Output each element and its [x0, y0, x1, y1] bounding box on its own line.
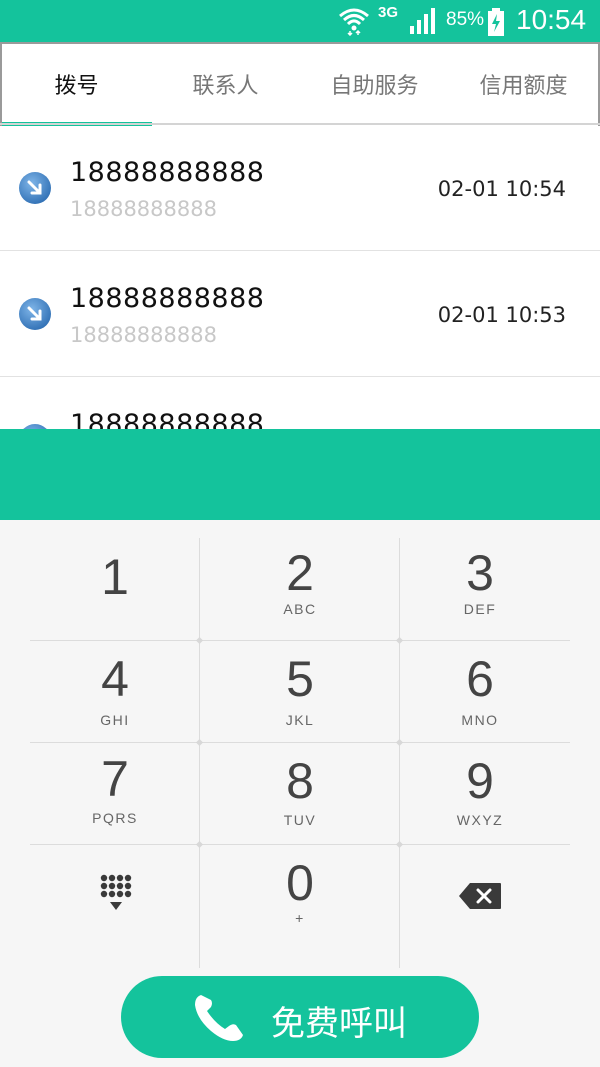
- key-digit: 3: [466, 545, 494, 601]
- signal-icon: [410, 8, 435, 34]
- tab-credit-limit[interactable]: 信用额度: [449, 44, 598, 124]
- key-digit: 6: [466, 651, 494, 707]
- phone-icon: [195, 995, 243, 1041]
- key-digit: 8: [286, 753, 314, 809]
- battery-percent: 85%: [446, 9, 485, 30]
- call-time: 02-01 10:53: [437, 303, 566, 327]
- tab-bar: 拨号 联系人 自助服务 信用额度: [0, 42, 600, 126]
- call-log-item[interactable]: 18888888888 18888888888 02-01 10:53: [0, 251, 600, 377]
- dial-input-band[interactable]: [0, 429, 600, 520]
- key-digit: 5: [286, 651, 314, 707]
- keypad-toggle-button[interactable]: [15, 844, 215, 946]
- free-call-button[interactable]: 免费呼叫: [121, 976, 479, 1058]
- keypad-toggle-icon: [100, 874, 132, 910]
- tab-contacts[interactable]: 联系人: [151, 44, 300, 124]
- key-2[interactable]: 2 ABC: [200, 538, 400, 640]
- call-number: 18888888888: [70, 283, 265, 314]
- tab-self-service[interactable]: 自助服务: [300, 44, 449, 124]
- key-letters: TUV: [283, 812, 317, 828]
- incoming-call-icon: [19, 298, 51, 330]
- wifi-icon: [339, 8, 369, 36]
- key-7[interactable]: 7 PQRS: [15, 742, 215, 844]
- key-6[interactable]: 6 MNO: [380, 640, 580, 742]
- key-4[interactable]: 4 GHI: [15, 640, 215, 742]
- key-5[interactable]: 5 JKL: [200, 640, 400, 742]
- battery-charging-icon: [488, 8, 504, 36]
- key-letters: WXYZ: [456, 812, 504, 828]
- key-digit: 9: [466, 753, 494, 809]
- tab-dial[interactable]: 拨号: [2, 44, 151, 124]
- key-letters: JKL: [285, 712, 315, 728]
- call-number: 18888888888: [70, 157, 265, 188]
- call-number: 18888888888: [70, 409, 265, 430]
- status-bar: 3G 85% 10:54: [0, 0, 600, 42]
- call-sub-number: 18888888888: [70, 197, 217, 221]
- key-letters: DEF: [463, 601, 497, 617]
- status-clock: 10:54: [516, 4, 587, 35]
- key-9[interactable]: 9 WXYZ: [380, 742, 580, 844]
- key-digit: 4: [101, 651, 129, 707]
- key-letters: PQRS: [92, 810, 138, 826]
- key-letters: ABC: [283, 601, 317, 617]
- call-log-list: 18888888888 18888888888 02-01 10:54 1888…: [0, 125, 600, 430]
- backspace-button[interactable]: [380, 844, 580, 946]
- call-sub-number: 18888888888: [70, 323, 217, 347]
- key-letters: +: [295, 910, 305, 926]
- key-digit: 7: [101, 751, 129, 807]
- key-3[interactable]: 3 DEF: [380, 538, 580, 640]
- key-0[interactable]: 0 +: [200, 844, 400, 946]
- key-1[interactable]: 1: [15, 538, 215, 640]
- call-log-item[interactable]: 18888888888 18888888888 02-01 10:54: [0, 125, 600, 251]
- key-digit: 0: [286, 855, 314, 911]
- key-letters: MNO: [461, 712, 499, 728]
- incoming-call-icon: [19, 172, 51, 204]
- call-time: 02-01 10:54: [437, 177, 566, 201]
- call-button-label: 免费呼叫: [271, 1004, 407, 1044]
- key-digit: 1: [101, 549, 129, 605]
- key-8[interactable]: 8 TUV: [200, 742, 400, 844]
- backspace-icon: [459, 883, 501, 909]
- call-log-item[interactable]: 18888888888: [0, 377, 600, 430]
- key-letters: GHI: [100, 712, 130, 728]
- network-type: 3G: [378, 4, 399, 21]
- key-digit: 2: [286, 545, 314, 601]
